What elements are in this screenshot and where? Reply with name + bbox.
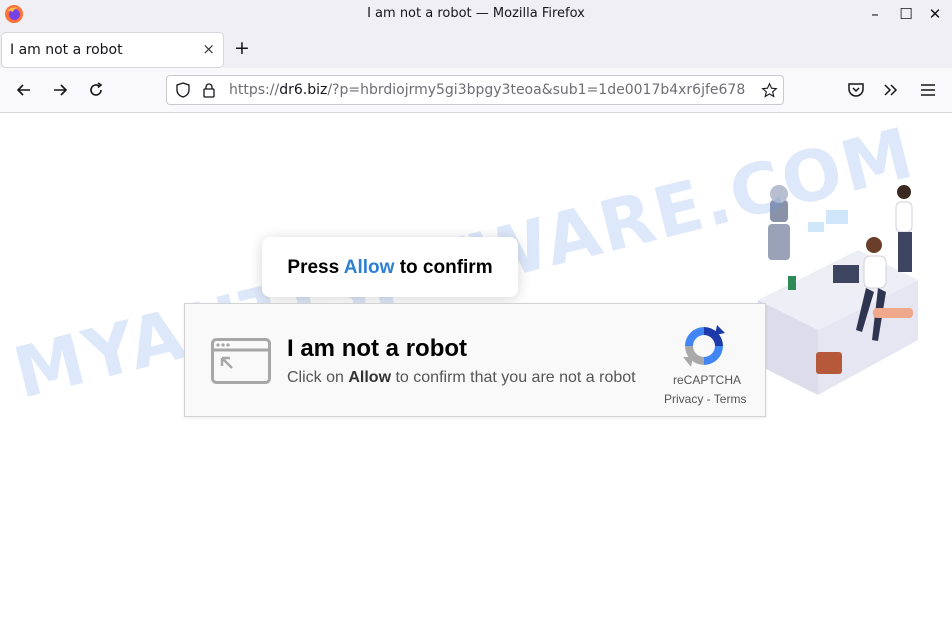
- pocket-icon[interactable]: [846, 80, 866, 100]
- fake-captcha-box: I am not a robot Click on Allow to confi…: [184, 303, 766, 417]
- reload-icon[interactable]: [86, 80, 106, 100]
- recaptcha-logo: [683, 325, 725, 367]
- press-allow-text: Press Allow to confirm: [262, 257, 518, 279]
- captcha-sub-allow: Allow: [348, 369, 392, 386]
- press-prefix: Press: [287, 257, 344, 278]
- recaptcha-label: reCAPTCHA: [673, 373, 742, 387]
- lock-icon[interactable]: [201, 82, 217, 98]
- url-prefix: https://: [229, 82, 280, 98]
- minimize-button[interactable]: –: [862, 3, 888, 25]
- forward-icon[interactable]: [50, 80, 70, 100]
- star-icon[interactable]: [761, 82, 778, 99]
- new-tab-button[interactable]: +: [234, 38, 250, 58]
- url-domain: dr6.biz: [279, 82, 328, 98]
- captcha-sub-suffix: to confirm that you are not a robot: [391, 369, 636, 386]
- shield-icon[interactable]: [175, 82, 191, 98]
- captcha-subtitle: Click on Allow to confirm that you are n…: [287, 369, 636, 387]
- menu-icon[interactable]: [918, 80, 938, 100]
- captcha-title: I am not a robot: [287, 335, 467, 362]
- recaptcha-links[interactable]: Privacy - Terms: [664, 392, 746, 406]
- url-path: /?p=hbrdiojrmy5gi3bpgy3teoa&sub1=1de0017…: [327, 82, 746, 98]
- tab-bar: I am not a robot × +: [0, 30, 952, 68]
- nav-bar: https://dr6.biz/?p=hbrdiojrmy5gi3bpgy3te…: [0, 68, 952, 113]
- browser-window-icon: [211, 338, 271, 384]
- close-window-button[interactable]: ✕: [922, 3, 948, 25]
- press-allow-word: Allow: [343, 257, 395, 278]
- back-icon[interactable]: [14, 80, 34, 100]
- window-title: I am not a robot — Mozilla Firefox: [367, 6, 585, 21]
- tab-active[interactable]: I am not a robot ×: [2, 33, 223, 67]
- captcha-sub-prefix: Click on: [287, 369, 349, 386]
- press-allow-box: Press Allow to confirm: [262, 237, 518, 297]
- maximize-button[interactable]: ☐: [893, 3, 919, 25]
- tab-label: I am not a robot: [10, 42, 123, 58]
- url-bar[interactable]: https://dr6.biz/?p=hbrdiojrmy5gi3bpgy3te…: [166, 75, 784, 105]
- tab-close-button[interactable]: ×: [202, 40, 215, 58]
- press-suffix: to confirm: [394, 257, 493, 278]
- overflow-icon[interactable]: [881, 80, 901, 100]
- url-text[interactable]: https://dr6.biz/?p=hbrdiojrmy5gi3bpgy3te…: [229, 82, 749, 98]
- title-bar: I am not a robot — Mozilla Firefox – ☐ ✕: [0, 0, 952, 30]
